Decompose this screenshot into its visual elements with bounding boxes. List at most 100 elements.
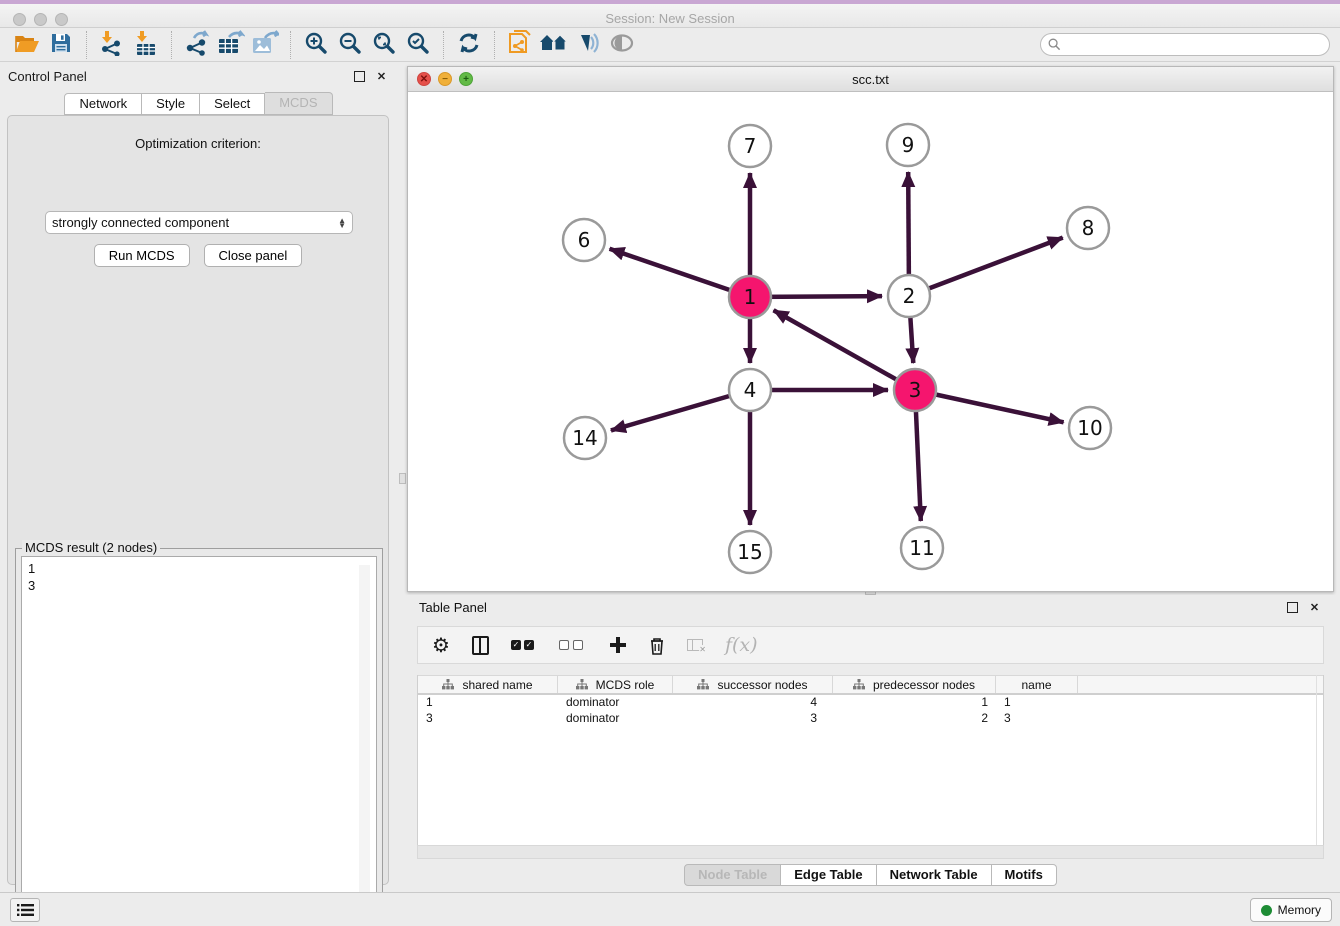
- float-panel-icon[interactable]: [352, 69, 367, 84]
- graph-node-label: 7: [744, 134, 757, 158]
- export-image-icon: [251, 30, 279, 59]
- network-graph: 7968124314101511: [408, 92, 1333, 591]
- status-bar: Memory: [0, 892, 1340, 926]
- edge-3-10[interactable]: [915, 390, 1064, 422]
- optimization-criterion-select[interactable]: strongly connected component ▲▼: [45, 211, 353, 234]
- result-scrollbar[interactable]: [359, 565, 370, 914]
- export-image-button[interactable]: [248, 30, 282, 60]
- gear-icon: ⚙: [432, 633, 450, 658]
- cell-name[interactable]: 1: [996, 695, 1078, 711]
- vertical-splitter-grip[interactable]: [399, 473, 406, 484]
- save-session-button[interactable]: [44, 30, 78, 60]
- table-close-icon[interactable]: ✕: [1307, 600, 1322, 615]
- column-header-mcds-role[interactable]: MCDS role: [558, 676, 673, 693]
- cell-successor-nodes[interactable]: 4: [673, 695, 833, 711]
- graph-node-label: 4: [744, 378, 757, 402]
- edge-2-8[interactable]: [909, 238, 1063, 296]
- column-header-shared-name[interactable]: shared name: [418, 676, 558, 693]
- table-float-icon[interactable]: [1285, 600, 1300, 615]
- network-maximize-icon[interactable]: +: [459, 72, 473, 86]
- column-header-predecessor-nodes[interactable]: predecessor nodes: [833, 676, 996, 693]
- memory-button[interactable]: Memory: [1250, 898, 1332, 922]
- graph-node-label: 14: [572, 426, 597, 450]
- search-container: [1040, 33, 1330, 56]
- select-all-columns-button[interactable]: ✓✓: [511, 640, 537, 650]
- show-hide-button[interactable]: [605, 30, 639, 60]
- tab-style[interactable]: Style: [142, 93, 200, 115]
- cell-name[interactable]: 3: [996, 711, 1078, 727]
- zoom-selected-button[interactable]: [401, 30, 435, 60]
- tab-network[interactable]: Network: [64, 93, 142, 115]
- cell-shared-name[interactable]: 3: [418, 711, 558, 727]
- task-history-button[interactable]: [10, 898, 40, 922]
- first-neighbors-button[interactable]: [537, 30, 571, 60]
- graph-node-label: 6: [578, 228, 591, 252]
- cell-shared-name[interactable]: 1: [418, 695, 558, 711]
- cell-mcds-role[interactable]: dominator: [558, 695, 673, 711]
- deselect-all-columns-button[interactable]: [559, 640, 587, 650]
- zoom-in-button[interactable]: [299, 30, 333, 60]
- zoom-out-button[interactable]: [333, 30, 367, 60]
- cell-predecessor-nodes[interactable]: 1: [833, 695, 996, 711]
- table-settings-button[interactable]: ⚙: [432, 633, 450, 658]
- network-close-icon[interactable]: ✕: [417, 72, 431, 86]
- mcds-result-title: MCDS result (2 nodes): [22, 540, 160, 555]
- tab-node-table[interactable]: Node Table: [684, 864, 781, 886]
- column-header-successor-nodes[interactable]: successor nodes: [673, 676, 833, 693]
- cell-mcds-role[interactable]: dominator: [558, 711, 673, 727]
- export-network-button[interactable]: [180, 30, 214, 60]
- zoom-selected-icon: [406, 31, 430, 58]
- tab-edge-table[interactable]: Edge Table: [781, 864, 876, 886]
- cell-predecessor-nodes[interactable]: 2: [833, 711, 996, 727]
- close-panel-icon[interactable]: ✕: [374, 69, 389, 84]
- open-file-button[interactable]: [10, 30, 44, 60]
- node-table-header: shared name MCDS role successor nodes pr…: [418, 675, 1323, 695]
- import-table-button[interactable]: [129, 30, 163, 60]
- table-hscrollbar[interactable]: [417, 845, 1324, 859]
- import-network-button[interactable]: [95, 30, 129, 60]
- delete-table-icon: [687, 639, 703, 651]
- hide-details-icon: [575, 31, 601, 58]
- import-network-icon: [100, 30, 124, 59]
- save-floppy-icon: [50, 32, 72, 57]
- graph-node-label: 8: [1082, 216, 1095, 240]
- close-panel-button[interactable]: Close panel: [204, 244, 303, 267]
- tab-select[interactable]: Select: [200, 93, 265, 115]
- tab-network-table[interactable]: Network Table: [877, 864, 992, 886]
- edge-3-1[interactable]: [774, 310, 915, 390]
- mcds-result-textarea[interactable]: 1 3: [21, 556, 377, 922]
- delete-table-button-disabled: [687, 639, 703, 651]
- search-input[interactable]: [1040, 33, 1330, 56]
- eye-icon: [609, 33, 635, 56]
- open-folder-icon: [14, 32, 40, 57]
- network-canvas[interactable]: 7968124314101511: [408, 92, 1333, 591]
- table-scrollbar[interactable]: [1316, 675, 1323, 845]
- graph-node-label: 11: [909, 536, 934, 560]
- tab-motifs[interactable]: Motifs: [992, 864, 1057, 886]
- hide-graphics-details-button[interactable]: [571, 30, 605, 60]
- mcds-result-group: MCDS result (2 nodes) 1 3: [15, 548, 383, 926]
- network-from-selection-button[interactable]: [503, 30, 537, 60]
- tab-mcds[interactable]: MCDS: [265, 92, 332, 115]
- graph-node-label: 15: [737, 540, 762, 564]
- network-minimize-icon[interactable]: −: [438, 72, 452, 86]
- table-row[interactable]: 1 dominator 4 1 1: [418, 695, 1323, 711]
- main-toolbar: [0, 28, 1340, 62]
- run-mcds-button[interactable]: Run MCDS: [94, 244, 190, 267]
- edge-1-6[interactable]: [610, 249, 750, 297]
- zoom-fit-button[interactable]: [367, 30, 401, 60]
- network-window-titlebar[interactable]: ✕ − + scc.txt: [408, 67, 1333, 92]
- export-table-button[interactable]: [214, 30, 248, 60]
- columns-icon: [472, 636, 489, 655]
- table-panel: Table Panel ✕ ⚙ ✓✓ f(x) shared name MCDS…: [407, 595, 1334, 890]
- refresh-button[interactable]: [452, 30, 486, 60]
- show-columns-button[interactable]: [472, 636, 489, 655]
- graph-node-label: 2: [903, 284, 916, 308]
- memory-status-icon: [1261, 905, 1272, 916]
- table-row[interactable]: 3 dominator 3 2 3: [418, 711, 1323, 727]
- delete-column-button[interactable]: [649, 636, 665, 655]
- column-header-name[interactable]: name: [996, 676, 1078, 693]
- cell-successor-nodes[interactable]: 3: [673, 711, 833, 727]
- create-column-button[interactable]: [609, 636, 627, 654]
- hierarchy-icon: [697, 679, 709, 690]
